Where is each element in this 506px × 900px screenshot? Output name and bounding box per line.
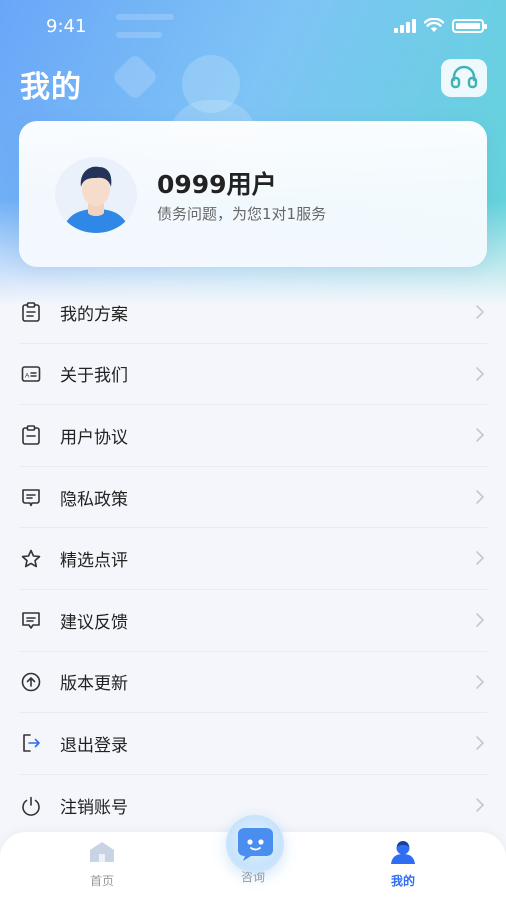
tab-mine[interactable]: 我的 bbox=[343, 840, 463, 889]
status-time: 9:41 bbox=[46, 16, 87, 37]
id-card-icon: A bbox=[19, 362, 43, 386]
chevron-right-icon bbox=[476, 489, 485, 504]
menu-item-label: 精选点评 bbox=[60, 551, 128, 572]
tab-home[interactable]: 首页 bbox=[42, 840, 162, 889]
chevron-right-icon bbox=[476, 736, 485, 750]
menu-item-my-plan[interactable]: 我的方案 bbox=[19, 282, 487, 344]
menu-item-featured-reviews[interactable]: 精选点评 bbox=[19, 528, 487, 590]
chat-bot-icon bbox=[238, 828, 273, 861]
menu-item-label: 用户协议 bbox=[60, 427, 128, 448]
headset-icon bbox=[450, 65, 478, 89]
home-icon bbox=[90, 842, 114, 862]
settings-menu: 我的方案 A 关于我们 用户协议 隐私政策 精选点评 建议反馈 版本更新 退出登… bbox=[19, 282, 487, 836]
feedback-icon bbox=[19, 608, 43, 632]
menu-item-logout[interactable]: 退出登录 bbox=[19, 713, 487, 775]
menu-item-about-us[interactable]: A 关于我们 bbox=[19, 344, 487, 406]
chevron-right-icon bbox=[476, 797, 485, 812]
chevron-right-icon bbox=[476, 366, 485, 381]
decorative-shape bbox=[110, 52, 160, 102]
menu-item-feedback[interactable]: 建议反馈 bbox=[19, 590, 487, 652]
clipboard-icon bbox=[19, 300, 43, 324]
page-title: 我的 bbox=[20, 70, 82, 105]
logout-icon bbox=[19, 731, 43, 755]
menu-item-label: 关于我们 bbox=[60, 366, 128, 387]
consult-bubble-button[interactable] bbox=[226, 815, 284, 873]
tab-label: 首页 bbox=[89, 874, 114, 888]
menu-item-label: 注销账号 bbox=[60, 798, 128, 819]
power-icon bbox=[19, 794, 43, 818]
menu-item-label: 退出登录 bbox=[60, 735, 128, 756]
menu-item-version-update[interactable]: 版本更新 bbox=[19, 652, 487, 714]
chevron-right-icon bbox=[476, 305, 485, 319]
chevron-right-icon bbox=[476, 428, 485, 442]
tab-label: 我的 bbox=[390, 874, 415, 888]
customer-service-button[interactable] bbox=[441, 59, 487, 97]
signal-icon bbox=[394, 18, 416, 33]
avatar[interactable] bbox=[55, 157, 137, 233]
menu-item-label: 版本更新 bbox=[60, 674, 128, 695]
chevron-right-icon bbox=[476, 674, 485, 689]
upload-circle-icon bbox=[19, 670, 43, 694]
profile-subtitle: 债务问题，为您1对1服务 bbox=[157, 205, 327, 223]
menu-item-label: 建议反馈 bbox=[60, 612, 128, 633]
chevron-right-icon bbox=[476, 613, 485, 627]
menu-item-label: 我的方案 bbox=[60, 304, 128, 325]
star-icon bbox=[19, 547, 43, 571]
shield-message-icon bbox=[19, 485, 43, 509]
menu-item-user-agreement[interactable]: 用户协议 bbox=[19, 405, 487, 467]
status-bar: 9:41 bbox=[0, 0, 506, 54]
document-icon bbox=[19, 423, 43, 447]
chevron-right-icon bbox=[476, 551, 485, 566]
username: 0999用户 bbox=[157, 170, 277, 199]
wifi-icon bbox=[424, 18, 444, 32]
profile-card[interactable]: 0999用户 债务问题，为您1对1服务 bbox=[19, 121, 487, 267]
user-icon bbox=[391, 841, 415, 864]
menu-item-label: 隐私政策 bbox=[60, 489, 128, 510]
battery-icon bbox=[452, 18, 487, 33]
svg-text:A: A bbox=[25, 372, 30, 379]
menu-item-privacy-policy[interactable]: 隐私政策 bbox=[19, 467, 487, 529]
